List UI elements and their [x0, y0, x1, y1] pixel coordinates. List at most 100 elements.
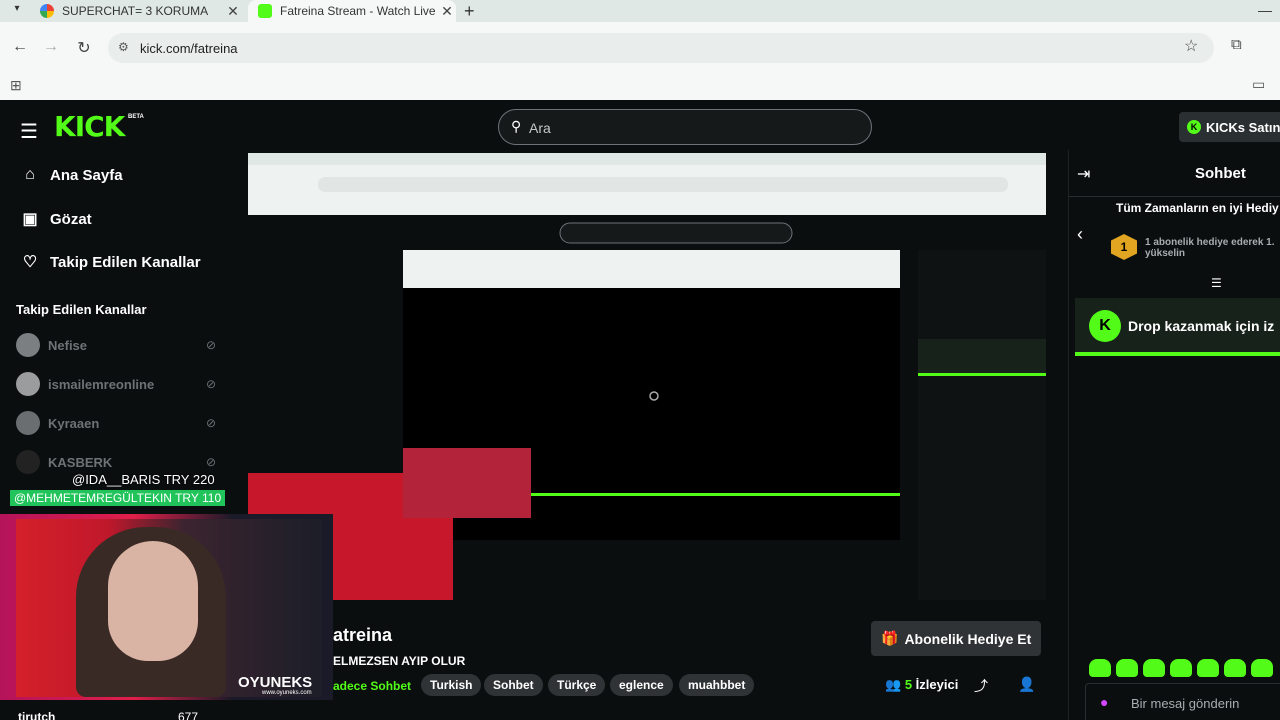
channel-name: KASBERK — [48, 454, 113, 470]
offline-icon: ⊘ — [205, 338, 216, 352]
close-tab-icon[interactable]: ✕ — [224, 3, 242, 20]
donation-alert: @MEHMETEMREGÜLTEKIN TRY 110 — [10, 490, 226, 506]
bookmark-star-icon[interactable]: ☆ — [1184, 36, 1198, 56]
webcam-overlay: OYUNEKS www.oyuneks.com — [0, 514, 333, 700]
tag-chip[interactable]: Türkçe — [548, 674, 606, 696]
site-info-icon[interactable]: ⚙ — [118, 40, 129, 54]
offline-icon: ⊘ — [205, 377, 216, 391]
sidebar-item-label: Gözat — [50, 210, 92, 228]
live-viewer-count: 677 — [178, 710, 199, 720]
tab-superchat[interactable]: SUPERCHAT= 3 KORUMA ✕ — [30, 0, 242, 22]
apps-grid-icon[interactable]: ⊞ — [10, 77, 22, 94]
forward-icon[interactable]: → — [41, 38, 61, 56]
rank-badge: 1 — [1111, 234, 1137, 260]
donation-alert: @IDA__BARIS TRY 220 — [72, 472, 215, 487]
avatar — [16, 450, 40, 474]
gift-cta-text: yükselin — [1145, 248, 1186, 259]
avatar — [16, 372, 40, 396]
emote-icon[interactable] — [1143, 659, 1165, 677]
menu-icon[interactable]: ☰ — [20, 119, 38, 144]
chevron-left-icon[interactable]: ‹ — [1077, 224, 1083, 245]
channel-name: Kyraaen — [48, 415, 100, 431]
expand-drawer-icon[interactable]: ☰ — [1211, 276, 1222, 290]
oyuneks-logo: OYUNEKS — [238, 674, 313, 691]
home-icon: ⌂ — [25, 166, 35, 183]
avatar — [16, 411, 40, 435]
extensions-icon[interactable]: ⧉ — [1231, 36, 1242, 53]
divider — [1069, 196, 1280, 197]
kick-favicon-icon — [258, 4, 272, 18]
drops-text: Drop kazanmak için iz — [1128, 318, 1275, 334]
kick-coin-icon: K — [1187, 120, 1201, 134]
streamer-name[interactable]: atreina — [333, 625, 392, 646]
sidebar-item-home[interactable]: ⌂ Ana Sayfa — [20, 166, 122, 184]
google-favicon-icon — [40, 4, 54, 18]
tab-title: SUPERCHAT= 3 KORUMA — [62, 4, 209, 18]
emote-icon[interactable] — [1224, 659, 1246, 677]
browse-icon: ▣ — [22, 211, 38, 228]
channel-name: ismailemreonline — [48, 376, 155, 392]
reload-icon[interactable]: ↻ — [74, 38, 94, 58]
viewer-label: İzleyici — [915, 677, 959, 692]
emote-icon[interactable] — [1251, 659, 1273, 677]
viewer-count: 👥 5 İzleyici — [885, 677, 958, 693]
webcam-face — [108, 541, 198, 661]
tab-fatreina[interactable]: Fatreina Stream - Watch Live on ✕ — [248, 0, 456, 22]
offline-icon: ⊘ — [205, 416, 216, 430]
sidebar-item-following[interactable]: ♡ Takip Edilen Kanallar — [20, 252, 201, 272]
tag-chip[interactable]: muahbbet — [679, 674, 755, 696]
window-minimize-icon[interactable]: — — [1258, 2, 1272, 18]
emote-icon[interactable] — [1089, 659, 1111, 677]
kick-logo[interactable]: KICK — [54, 110, 125, 143]
close-tab-icon[interactable]: ✕ — [438, 3, 456, 20]
browser-toolbar: ← → ↻ ⚙ kick.com/fatreina ☆ ⧉ — [0, 22, 1280, 74]
channel-name: Nefise — [48, 337, 88, 353]
chat-placeholder: Bir mesaj gönderin — [1131, 696, 1240, 711]
avatar — [16, 333, 40, 357]
chat-panel: ⇥ Sohbet Tüm Zamanların en iyi Hediy ‹ 1… — [1068, 150, 1280, 720]
oyuneks-url: www.oyuneks.com — [262, 690, 312, 696]
follow-user-icon[interactable]: 👤 — [1018, 676, 1035, 693]
search-input[interactable]: ⚲ Ara — [498, 109, 872, 145]
tag-chip[interactable]: Sohbet — [484, 674, 543, 696]
browser-tab-bar: ▾ SUPERCHAT= 3 KORUMA ✕ Fatreina Stream … — [0, 0, 1280, 22]
offline-icon: ⊘ — [205, 455, 216, 469]
channel-item[interactable]: ismailemreonline ⊘ — [16, 371, 216, 397]
tab-title: Fatreina Stream - Watch Live on — [280, 4, 438, 18]
gift-cta-text: 1 abonelik hediye ederek 1. — [1145, 237, 1275, 248]
sidebar-channel-live[interactable]: tirutch — [18, 710, 55, 720]
video-player[interactable] — [248, 153, 1046, 600]
url-text: kick.com/fatreina — [140, 41, 238, 56]
tag-chip[interactable]: Turkish — [421, 674, 482, 696]
buy-kicks-button[interactable]: K KICKs Satın — [1179, 112, 1280, 142]
drops-banner[interactable]: K Drop kazanmak için iz — [1075, 298, 1280, 356]
search-icon: ⚲ — [511, 118, 522, 134]
top-gifters-title: Tüm Zamanların en iyi Hediy — [1116, 201, 1279, 215]
emote-icon[interactable] — [1116, 659, 1138, 677]
back-icon[interactable]: ← — [10, 38, 30, 56]
folder-icon[interactable]: ▭ — [1252, 76, 1265, 93]
beta-badge: BETA — [128, 114, 144, 120]
new-tab-icon[interactable]: + — [464, 1, 475, 22]
chat-message-input[interactable]: ● Bir mesaj gönderin — [1085, 683, 1280, 720]
gift-subscription-button[interactable]: 🎁 Abonelik Hediye Et — [871, 621, 1041, 656]
stream-category[interactable]: adece Sohbet — [333, 679, 411, 693]
share-icon[interactable]: ⤴ — [974, 676, 988, 696]
search-placeholder: Ara — [529, 120, 551, 136]
stream-capture — [248, 153, 1046, 600]
channel-item[interactable]: Nefise ⊘ — [16, 332, 216, 358]
chat-title: Sohbet — [1195, 165, 1246, 182]
tag-chip[interactable]: eglence — [610, 674, 673, 696]
emote-icon[interactable] — [1170, 659, 1192, 677]
emote-icon[interactable] — [1197, 659, 1219, 677]
channel-item[interactable]: Kyraaen ⊘ — [16, 410, 216, 436]
stream-title: ELMEZSEN AYIP OLUR — [333, 654, 466, 668]
kick-logo-icon: K — [1089, 310, 1121, 342]
sidebar-item-browse[interactable]: ▣ Gözat — [20, 209, 92, 229]
buy-kicks-label: KICKs Satın — [1206, 119, 1280, 135]
collapse-chat-icon[interactable]: ⇥ — [1077, 164, 1090, 184]
heart-icon: ♡ — [22, 254, 38, 271]
address-bar[interactable]: ⚙ kick.com/fatreina — [108, 33, 1214, 63]
tab-search-icon[interactable]: ▾ — [8, 3, 26, 19]
microphone-icon[interactable]: ● — [1100, 694, 1108, 710]
